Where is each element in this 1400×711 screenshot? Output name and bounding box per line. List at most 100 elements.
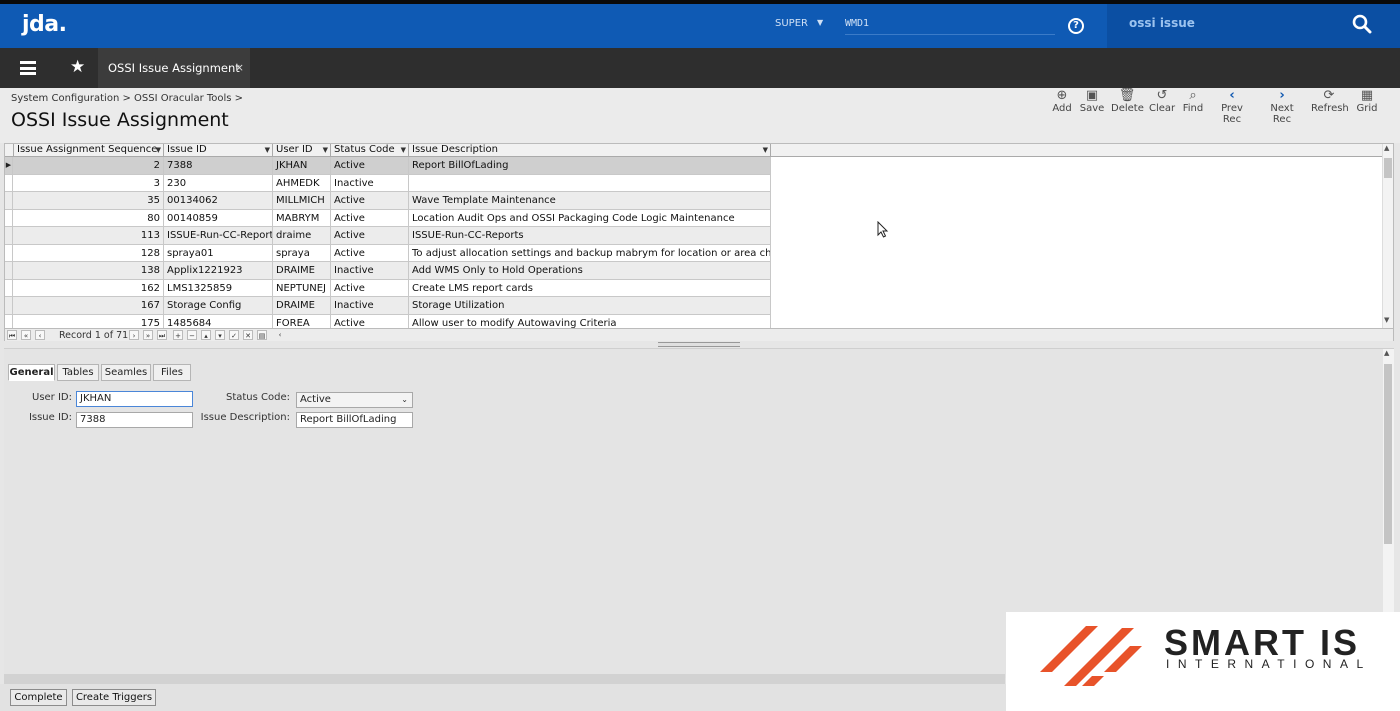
filter-icon[interactable]: ▤ [257,330,267,340]
prev-rec-button[interactable]: ‹ Prev Rec [1211,88,1253,125]
cell-sequence[interactable]: 113 [14,227,164,244]
search-input[interactable]: ossi issue [1129,16,1195,30]
dropdown-icon[interactable]: ▼ [401,144,406,156]
table-row[interactable]: ▶ 2 7388 JKHAN Active Report BillOfLading [5,157,771,175]
scroll-thumb[interactable] [1384,364,1392,544]
detail-horizontal-scrollbar[interactable] [4,674,1005,684]
scroll-up-icon[interactable]: ▲ [1384,349,1389,357]
warehouse-field[interactable]: WMD1 [845,18,869,29]
row-selector[interactable] [5,297,13,314]
help-icon[interactable]: ? [1068,18,1084,34]
tab-tables[interactable]: Tables [57,364,99,381]
add-button[interactable]: ⊕ Add [1051,88,1073,114]
first-record-icon[interactable]: ⏮ [7,330,17,340]
issue-assignment-grid[interactable]: Issue Assignment Sequence ▼ Issue ID ▼ Use… [4,143,1394,341]
cell-user-id[interactable]: JKHAN [273,157,331,174]
row-selector[interactable] [5,192,13,209]
cell-user-id[interactable]: NEPTUNEJ [273,279,331,297]
cell-sequence[interactable]: 80 [14,209,164,227]
cell-issue-id[interactable]: Applix1221923 [164,262,273,279]
issue-id-field[interactable]: 7388 [76,412,193,428]
create-triggers-button[interactable]: Create Triggers [72,689,156,706]
row-selector[interactable] [5,174,13,192]
next-rec-button[interactable]: › Next Rec [1260,88,1304,125]
next-record-icon[interactable]: › [129,330,139,340]
column-header-issue-id[interactable]: Issue ID ▼ [164,144,273,157]
cell-issue-description[interactable]: To adjust allocation settings and backup… [409,244,771,262]
cell-issue-description[interactable]: ISSUE-Run-CC-Reports [409,227,771,244]
next-page-icon[interactable]: » [143,330,153,340]
user-menu[interactable]: SUPER [775,18,808,29]
delete-button[interactable]: 🗑 Delete [1111,88,1144,114]
close-icon[interactable]: × [235,61,244,74]
cell-issue-id[interactable]: ISSUE-Run-CC-Reports [164,227,273,244]
prev-page-icon[interactable]: « [21,330,31,340]
cell-status-code[interactable]: Active [331,279,409,297]
cell-status-code[interactable]: Active [331,227,409,244]
cell-sequence[interactable]: 128 [14,244,164,262]
cell-sequence[interactable]: 3 [14,174,164,192]
table-row[interactable]: 128 spraya01 spraya Active To adjust allocat… [5,244,771,262]
cell-status-code[interactable]: Inactive [331,174,409,192]
table-row[interactable]: 80 00140859 MABRYM Active Location Audit Ops… [5,209,771,227]
cell-user-id[interactable]: MILLMICH [273,192,331,209]
issue-description-field[interactable]: Report BillOfLading [296,412,413,428]
status-code-select[interactable]: Active ⌄ [296,392,413,408]
move-up-icon[interactable]: ▴ [201,330,211,340]
cell-sequence[interactable]: 35 [14,192,164,209]
tab-ossi-issue-assignment[interactable]: OSSI Issue Assignment × [98,48,250,88]
scroll-down-icon[interactable]: ▼ [1384,316,1389,324]
cell-status-code[interactable]: Active [331,157,409,174]
panel-splitter[interactable] [658,342,740,347]
tab-general[interactable]: General [8,364,55,381]
column-header-sequence[interactable]: Issue Assignment Sequence ▼ [14,144,164,157]
cell-sequence[interactable]: 2 [14,157,164,174]
scroll-up-icon[interactable]: ▲ [1384,144,1389,152]
cell-user-id[interactable]: AHMEDK [273,174,331,192]
cell-status-code[interactable]: Active [331,244,409,262]
cell-issue-id[interactable]: LMS1325859 [164,279,273,297]
complete-button[interactable]: Complete [10,689,67,706]
cell-user-id[interactable]: DRAIME [273,297,331,314]
tab-files[interactable]: Files [153,364,191,381]
current-row-indicator-icon[interactable]: ▶ [5,157,13,174]
cancel-edit-icon[interactable]: ✕ [243,330,253,340]
add-row-icon[interactable]: + [173,330,183,340]
cell-status-code[interactable]: Inactive [331,297,409,314]
cell-issue-id[interactable]: Storage Config [164,297,273,314]
global-search[interactable]: ossi issue [1107,4,1400,48]
cell-user-id[interactable]: DRAIME [273,262,331,279]
hamburger-menu-icon[interactable] [20,61,36,75]
table-row[interactable]: 162 LMS1325859 NEPTUNEJ Active Create LMS re… [5,279,771,297]
grid-vertical-scrollbar[interactable]: ▲ ▼ [1382,144,1393,328]
cell-sequence[interactable]: 167 [14,297,164,314]
edit-row-icon[interactable]: ✓ [229,330,239,340]
prev-record-icon[interactable]: ‹ [35,330,45,340]
last-record-icon[interactable]: ⏭ [157,330,167,340]
cell-issue-description[interactable]: Storage Utilization [409,297,771,314]
save-button[interactable]: ▣ Save [1079,88,1105,114]
clear-button[interactable]: ↺ Clear [1149,88,1175,114]
cell-sequence[interactable]: 162 [14,279,164,297]
row-selector[interactable] [5,279,13,297]
cell-status-code[interactable]: Active [331,192,409,209]
cell-user-id[interactable]: spraya [273,244,331,262]
scroll-left-icon[interactable]: ‹ [275,330,285,340]
search-icon[interactable] [1352,14,1372,34]
table-row[interactable]: 35 00134062 MILLMICH Active Wave Template Ma… [5,192,771,210]
cell-issue-description[interactable]: Create LMS report cards [409,279,771,297]
cell-issue-id[interactable]: spraya01 [164,244,273,262]
row-selector[interactable] [5,209,13,227]
dropdown-icon[interactable]: ▼ [156,144,161,156]
grid-button[interactable]: ▦ Grid [1354,88,1380,114]
cell-status-code[interactable]: Inactive [331,262,409,279]
breadcrumb[interactable]: System Configuration > OSSI Oracular Too… [11,93,243,104]
cell-issue-description[interactable] [409,174,771,192]
column-header-user-id[interactable]: User ID ▼ [273,144,331,157]
dropdown-icon[interactable]: ▼ [265,144,270,156]
user-id-field[interactable]: JKHAN [76,391,193,407]
move-down-icon[interactable]: ▾ [215,330,225,340]
tab-seamles[interactable]: Seamles [101,364,151,381]
find-button[interactable]: ⌕ Find [1181,88,1205,114]
cell-issue-id[interactable]: 00140859 [164,209,273,227]
